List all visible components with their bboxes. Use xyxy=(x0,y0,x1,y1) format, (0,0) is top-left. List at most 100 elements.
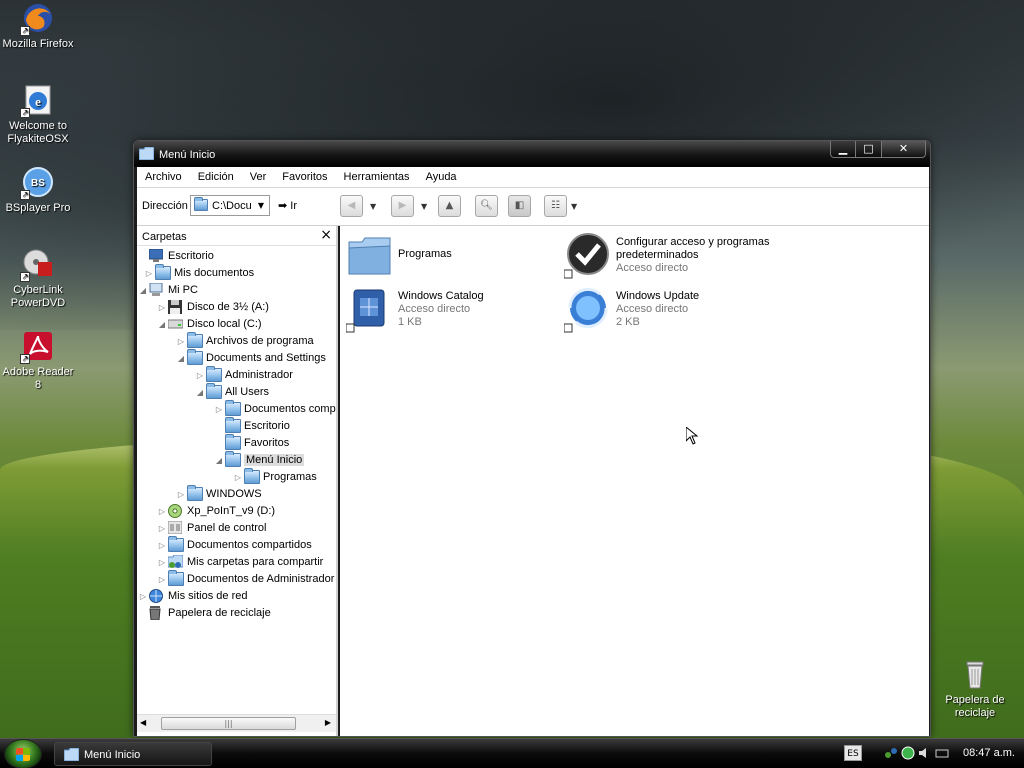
language-indicator[interactable]: ES xyxy=(844,745,862,761)
desktop-icon-adobe-reader[interactable]: ↗ Adobe Reader 8 xyxy=(0,330,76,392)
folders-pane-icon: ◧ xyxy=(514,200,525,211)
folders-button[interactable]: ◧ xyxy=(508,195,531,217)
desktop-icon-welcome[interactable]: e ↗ Welcome to FlyakiteOSX xyxy=(0,84,76,146)
chevron-down-icon[interactable]: ▼ xyxy=(255,199,267,212)
desktop-icon-recycle-bin[interactable]: Papelera de reciclaje xyxy=(937,658,1013,720)
scroll-right-icon[interactable]: ▶ xyxy=(325,718,331,727)
clock[interactable]: 08:47 a.m. xyxy=(963,747,1015,759)
views-button[interactable]: ☷ xyxy=(544,195,567,217)
folder-icon xyxy=(225,417,241,433)
menu-ayuda[interactable]: Ayuda xyxy=(418,167,465,187)
start-button[interactable] xyxy=(4,739,42,768)
up-folder-button[interactable]: ▲ xyxy=(438,195,461,217)
menu-edicion[interactable]: Edición xyxy=(190,167,242,187)
svg-text:e: e xyxy=(35,94,41,109)
back-dropdown-icon[interactable]: ▼ xyxy=(370,202,376,211)
item-size: 1 KB xyxy=(398,316,422,328)
folder-icon xyxy=(225,400,241,416)
forward-button[interactable]: ▶ xyxy=(391,195,414,217)
scrollbar-thumb[interactable]: ||| xyxy=(161,717,296,730)
cd-icon xyxy=(168,504,184,518)
back-button[interactable]: ◀ xyxy=(340,195,363,217)
tree-horizontal-scrollbar[interactable]: ◀ ||| ▶ xyxy=(137,714,336,732)
desktop-icon-label: Adobe Reader 8 xyxy=(2,366,74,391)
list-item-programas[interactable]: Programas xyxy=(346,232,546,282)
folder-icon xyxy=(187,332,203,348)
desktop-icon xyxy=(148,248,165,263)
tree-node-mis-carpetas-para-compartir[interactable]: ▷ Mis carpetas para compartir xyxy=(156,554,323,571)
go-button[interactable]: ➡ Ir xyxy=(278,199,297,212)
tree-node-disco-c[interactable]: ◢ Disco local (C:) xyxy=(156,316,262,333)
tree-node-escritorio-sub[interactable]: Escritorio xyxy=(213,417,290,435)
tree-node-documentos-de-administrador[interactable]: ▷ Documentos de Administrador xyxy=(156,570,334,588)
tree-node-escritorio[interactable]: Escritorio xyxy=(137,248,214,265)
tree-node-windows[interactable]: ▷ WINDOWS xyxy=(175,485,262,503)
search-button[interactable]: 🔍︎ xyxy=(475,195,498,217)
item-name: Windows Update xyxy=(616,290,700,302)
list-item-configurar-acceso[interactable]: Configurar acceso y programas predetermi… xyxy=(563,232,824,282)
folder-icon xyxy=(206,366,222,382)
tree-node-documentos-compartidos[interactable]: ▷ Documentos compartidos xyxy=(156,536,312,554)
tree-node-archivos-de-programa[interactable]: ▷ Archivos de programa xyxy=(175,332,314,350)
views-icon: ☷ xyxy=(551,200,560,211)
folder-icon xyxy=(155,264,171,280)
mouse-cursor-icon xyxy=(685,425,699,445)
tree-node-administrador[interactable]: ▷ Administrador xyxy=(194,366,293,384)
network-tray-icon[interactable] xyxy=(884,746,898,760)
tree-node-panel-de-control[interactable]: ▷ Panel de control xyxy=(156,520,267,537)
taskbar-item-menu-inicio[interactable]: Menú Inicio xyxy=(54,742,212,766)
title-bar[interactable]: Menú Inicio ▁ □ ✕ xyxy=(134,141,930,167)
desktop-icon-label: Welcome to FlyakiteOSX xyxy=(7,120,69,145)
tree-node-mis-sitios-de-red[interactable]: ▷ Mis sitios de red xyxy=(137,588,247,605)
computer-icon xyxy=(149,282,165,297)
minimize-button[interactable]: ▁ xyxy=(830,141,856,158)
desktop-icon-powerdvd[interactable]: ↗ CyberLink PowerDVD xyxy=(0,248,76,310)
folder-icon xyxy=(225,451,241,467)
drive-icon xyxy=(167,317,184,331)
folder-icon xyxy=(206,383,222,399)
forward-dropdown-icon[interactable]: ▼ xyxy=(421,202,427,211)
menu-archivo[interactable]: Archivo xyxy=(137,167,190,187)
folder-icon xyxy=(168,536,184,552)
volume-tray-icon[interactable] xyxy=(918,746,932,760)
views-dropdown-icon[interactable]: ▼ xyxy=(571,202,577,211)
list-item-windows-update[interactable]: Windows Update Acceso directo 2 KB xyxy=(563,286,764,336)
tree-node-documentos-compartidos-sub[interactable]: ▷ Documentos compa xyxy=(213,400,336,418)
folder-icon xyxy=(63,747,80,762)
connection-tray-icon[interactable] xyxy=(935,746,949,760)
menu-ver[interactable]: Ver xyxy=(242,167,275,187)
tree-node-programas[interactable]: ▷ Programas xyxy=(232,468,317,486)
folder-icon xyxy=(225,434,241,450)
folder-icon xyxy=(187,349,203,365)
list-item-windows-catalog[interactable]: Windows Catalog Acceso directo 1 KB xyxy=(345,286,546,336)
taskbar: Menú Inicio ES 08:47 a.m. xyxy=(0,738,1024,768)
internet-explorer-icon: e ↗ xyxy=(20,84,54,118)
desktop-icon-firefox[interactable]: ↗ Mozilla Firefox xyxy=(0,2,76,51)
tree-node-favoritos[interactable]: Favoritos xyxy=(213,434,289,452)
tree-node-all-users[interactable]: ◢ All Users xyxy=(194,383,269,401)
address-field[interactable]: C:\Docu ▼ xyxy=(190,195,270,216)
tree-node-menu-inicio[interactable]: ◢ Menú Inicio xyxy=(213,451,305,469)
tree-node-mis-documentos[interactable]: ▷ Mis documentos xyxy=(143,264,254,282)
search-icon: 🔍︎ xyxy=(480,200,493,211)
item-size: 2 KB xyxy=(616,316,640,328)
close-icon[interactable]: × xyxy=(320,227,332,243)
tree-node-papelera[interactable]: Papelera de reciclaje xyxy=(137,605,271,622)
desktop-icon-bsplayer[interactable]: BS ↗ BSplayer Pro xyxy=(0,166,76,215)
tree-node-mi-pc[interactable]: ◢ Mi PC xyxy=(137,282,198,299)
item-type: Acceso directo xyxy=(616,303,689,315)
menu-favoritos[interactable]: Favoritos xyxy=(274,167,335,187)
tree-node-disco-d[interactable]: ▷ Xp_PoInT_v9 (D:) xyxy=(156,503,275,520)
scroll-left-icon[interactable]: ◀ xyxy=(140,718,146,727)
address-value: C:\Docu xyxy=(212,200,252,212)
svg-text:BS: BS xyxy=(31,178,45,189)
system-tray xyxy=(884,746,954,762)
close-button[interactable]: ✕ xyxy=(882,141,926,158)
menu-herramientas[interactable]: Herramientas xyxy=(336,167,418,187)
taskbar-item-label: Menú Inicio xyxy=(84,749,141,761)
folder-icon xyxy=(168,570,184,586)
maximize-button[interactable]: □ xyxy=(856,141,882,158)
tree-node-documents-and-settings[interactable]: ◢ Documents and Settings xyxy=(175,349,326,367)
tree-node-disco-a[interactable]: ▷ Disco de 3½ (A:) xyxy=(156,299,269,316)
security-tray-icon[interactable] xyxy=(901,746,915,760)
